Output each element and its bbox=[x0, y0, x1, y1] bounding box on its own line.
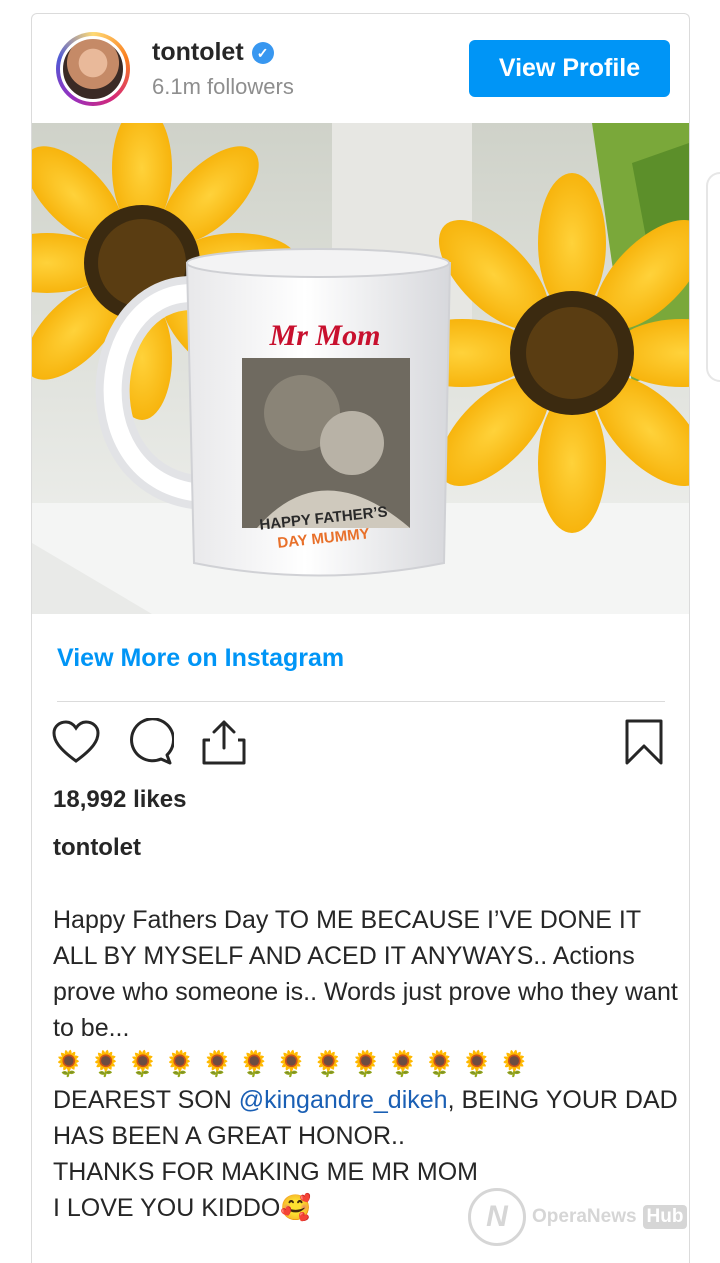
caption-thanks-line: THANKS FOR MAKING ME MR MOM bbox=[53, 1158, 478, 1186]
watermark-hub: Hub bbox=[642, 1205, 688, 1229]
operanews-logo-icon: N bbox=[468, 1188, 526, 1246]
like-button[interactable] bbox=[50, 716, 102, 768]
mention-link[interactable]: @kingandre_dikeh bbox=[239, 1086, 448, 1114]
username[interactable]: tontolet bbox=[152, 38, 244, 67]
action-bar bbox=[50, 714, 670, 774]
caption-text: Happy Fathers Day TO ME BECAUSE I’VE DON… bbox=[53, 906, 678, 1042]
share-icon bbox=[202, 720, 246, 765]
watermark-brand: OperaNews bbox=[532, 1206, 637, 1227]
post-header: tontolet ✓ 6.1m followers View Profile bbox=[32, 14, 689, 124]
comment-icon bbox=[130, 718, 174, 765]
view-more-on-instagram-link[interactable]: View More on Instagram bbox=[57, 644, 344, 673]
post-caption: Happy Fathers Day TO ME BECAUSE I’VE DON… bbox=[53, 902, 678, 1226]
view-profile-button[interactable]: View Profile bbox=[469, 40, 670, 97]
like-count: 18,992 likes bbox=[53, 786, 187, 813]
operanews-watermark: N OperaNews Hub bbox=[468, 1188, 688, 1246]
instagram-embed-card: tontolet ✓ 6.1m followers View Profile M… bbox=[31, 13, 690, 1263]
edge-scroll-tab[interactable] bbox=[706, 172, 720, 382]
comment-button[interactable] bbox=[124, 716, 176, 768]
avatar-image bbox=[60, 36, 126, 102]
mug-title-text: Mr Mom bbox=[269, 319, 381, 352]
share-button[interactable] bbox=[198, 716, 250, 768]
follower-count: 6.1m followers bbox=[152, 74, 294, 99]
username-row: tontolet ✓ bbox=[152, 38, 274, 67]
caption-son-prefix: DEAREST SON bbox=[53, 1086, 239, 1114]
save-button[interactable] bbox=[618, 716, 670, 768]
divider bbox=[57, 701, 665, 702]
verified-badge-icon: ✓ bbox=[251, 41, 274, 64]
post-photo[interactable]: Mr Mom HAPPY FATHER’S DAY MUMMY bbox=[32, 123, 689, 614]
caption-username[interactable]: tontolet bbox=[53, 834, 141, 862]
heart-icon bbox=[52, 720, 100, 763]
sunflower-emoji-row: 🌻🌻🌻🌻🌻🌻🌻🌻🌻🌻🌻🌻🌻 bbox=[53, 1050, 536, 1078]
bookmark-icon bbox=[625, 719, 663, 765]
mug-photo-illustration: Mr Mom HAPPY FATHER’S DAY MUMMY bbox=[32, 123, 689, 614]
caption-son-line: DEAREST SON @kingandre_dikeh, BEING YOUR… bbox=[53, 1082, 678, 1154]
profile-avatar[interactable] bbox=[56, 32, 130, 106]
